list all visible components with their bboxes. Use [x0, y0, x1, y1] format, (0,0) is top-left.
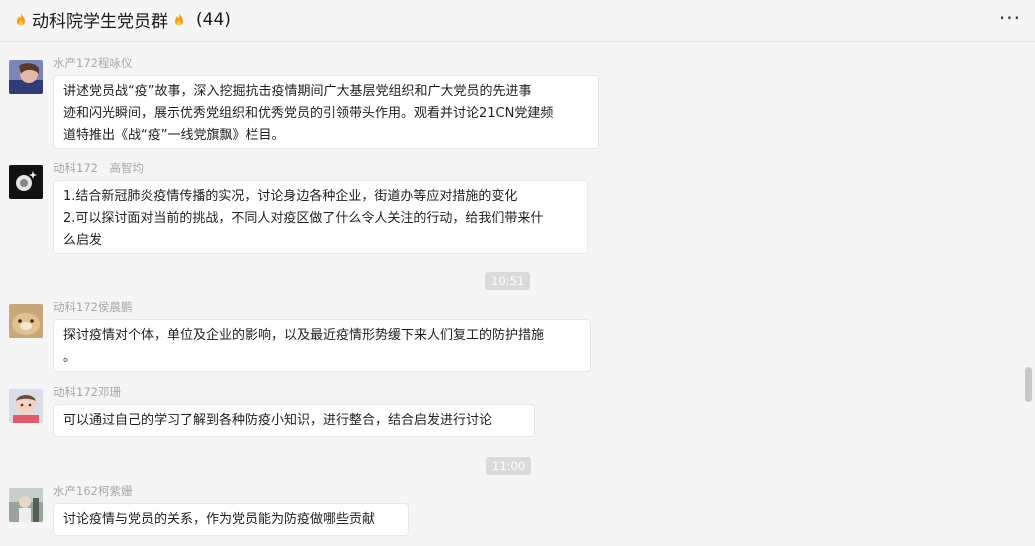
chat-window: 动科院学生党员群 (44) ··· 水产172程咏仪 讲述党员战“疫”故事，深入… [0, 0, 1035, 546]
sender-name: 水产162柯紫姗 [53, 484, 133, 498]
message-bubble[interactable]: 探讨疫情对个体，单位及企业的影响，以及最近疫情形势缓下来人们复工的防护措施 。 [53, 319, 591, 372]
chat-header: 动科院学生党员群 (44) ··· [0, 0, 1035, 42]
more-options-button[interactable]: ··· [999, 6, 1021, 30]
avatar-image [9, 488, 43, 522]
sender-name: 水产172程咏仪 [53, 56, 133, 70]
avatar-image [9, 165, 43, 199]
chat-title: 动科院学生党员群 (44) [10, 7, 231, 32]
message-bubble[interactable]: 讨论疫情与党员的关系，作为党员能为防疫做哪些贡献 [53, 503, 409, 536]
sender-name: 动科172侯晨鹏 [53, 300, 133, 314]
avatar-image [9, 304, 43, 338]
timestamp: 11:00 [486, 457, 532, 475]
flame-emoji-icon [17, 12, 25, 25]
scrollbar-thumb[interactable] [1025, 367, 1032, 402]
avatar[interactable] [9, 165, 43, 199]
avatar[interactable] [9, 304, 43, 338]
message-bubble[interactable]: 1.结合新冠肺炎疫情传播的实况，讨论身边各种企业，街道办等应对措施的变化 2.可… [53, 180, 588, 254]
sender-name: 动科172邓珊 [53, 385, 121, 399]
avatar[interactable] [9, 60, 43, 94]
timestamp: 10:51 [485, 272, 531, 290]
sender-name: 动科172 高智均 [53, 161, 144, 175]
message-bubble[interactable]: 讲述党员战“疫”故事，深入挖掘抗击疫情期间广大基层党组织和广大党员的先进事 迹和… [53, 75, 599, 149]
group-name: 动科院学生党员群 [32, 12, 168, 32]
avatar-image [9, 60, 43, 94]
member-count: (44) [196, 9, 231, 30]
message-bubble[interactable]: 可以通过自己的学习了解到各种防疫小知识，进行整合，结合启发进行讨论 [53, 404, 535, 437]
message-list[interactable]: 水产172程咏仪 讲述党员战“疫”故事，深入挖掘抗击疫情期间广大基层党组织和广大… [0, 42, 1020, 546]
avatar[interactable] [9, 389, 43, 423]
avatar-image [9, 389, 43, 423]
avatar[interactable] [9, 488, 43, 522]
flame-emoji-icon [175, 12, 183, 25]
